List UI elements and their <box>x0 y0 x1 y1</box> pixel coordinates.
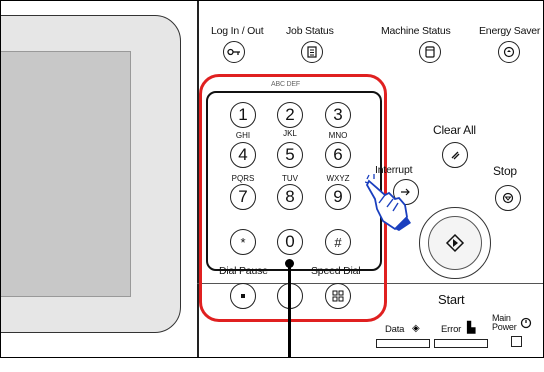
energy-saver-label: Energy Saver <box>479 25 541 37</box>
pointing-hand-icon <box>365 174 411 231</box>
start-label: Start <box>438 292 465 307</box>
error-lamp <box>434 339 488 348</box>
machine-status-button[interactable] <box>419 41 441 63</box>
error-icon: ▙ <box>467 322 476 334</box>
clear-all-label: Clear All <box>433 123 476 137</box>
diamond-start-icon <box>445 233 465 253</box>
start-button[interactable] <box>419 207 491 279</box>
document-list-icon <box>307 46 317 58</box>
data-icon: ◈ <box>412 323 420 334</box>
main-power-lamp <box>511 336 522 347</box>
control-panel: Log In / Out Job Status Machine Status E… <box>0 0 544 358</box>
machine-icon <box>425 46 435 58</box>
error-label: Error <box>441 324 462 335</box>
stop-icon <box>502 192 514 204</box>
energy-icon <box>503 46 515 58</box>
main-power-label: Main Power <box>492 313 517 332</box>
callout-line <box>288 263 291 357</box>
job-status-button[interactable] <box>301 41 323 63</box>
power-icon <box>520 317 532 329</box>
machine-status-label: Machine Status <box>381 25 451 37</box>
data-lamp <box>376 339 430 348</box>
login-out-label: Log In / Out <box>211 25 264 37</box>
data-label: Data <box>385 324 405 335</box>
slash-icon <box>451 151 460 160</box>
start-button-inner <box>428 216 482 270</box>
login-out-button[interactable] <box>223 41 245 63</box>
energy-saver-button[interactable] <box>498 41 520 63</box>
keypad-highlight <box>199 74 387 322</box>
job-status-label: Job Status <box>286 25 334 37</box>
touch-screen[interactable] <box>1 51 131 297</box>
key-icon <box>227 48 240 56</box>
clear-all-button[interactable] <box>442 142 468 168</box>
stop-label: Stop <box>493 164 517 178</box>
stop-button[interactable] <box>495 185 521 211</box>
